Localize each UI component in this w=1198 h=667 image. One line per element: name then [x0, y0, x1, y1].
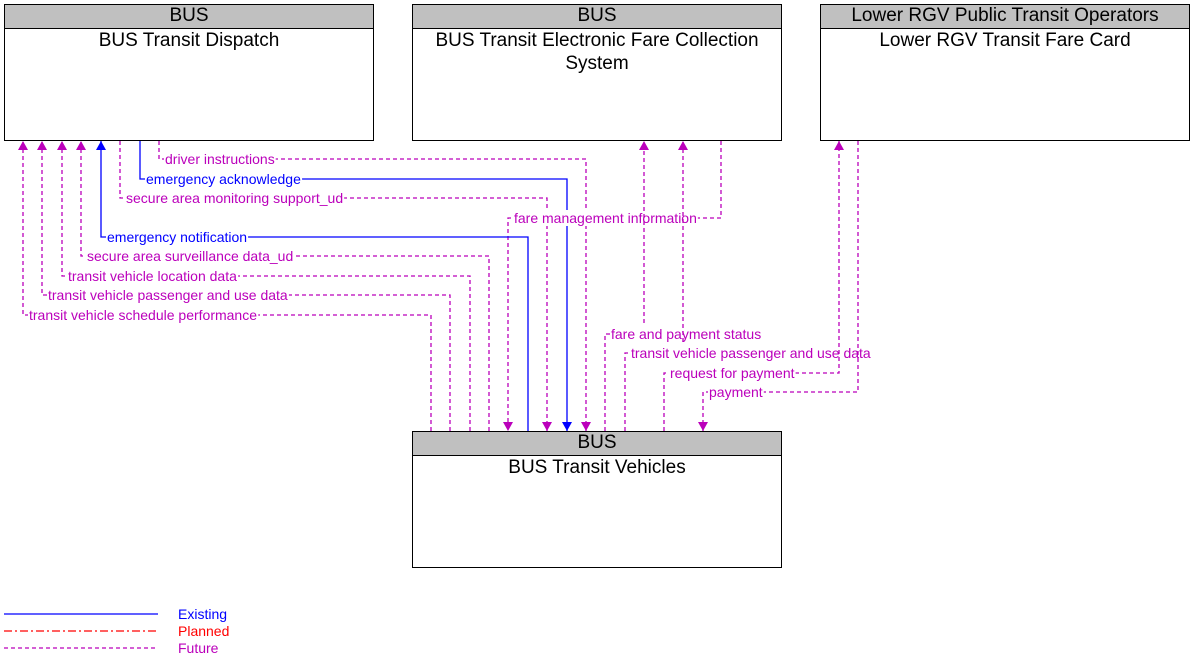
flow-line: [507, 141, 722, 431]
arrowhead-icon: [96, 141, 106, 150]
legend-label-existing: Existing: [178, 606, 227, 622]
arrowhead-icon: [542, 422, 552, 431]
arrowhead-icon: [57, 141, 67, 150]
flow-label: transit vehicle location data: [68, 268, 237, 284]
flow-label: secure area surveillance data_ud: [87, 248, 293, 264]
flow-label: transit vehicle passenger and use data: [631, 345, 871, 361]
arrowhead-icon: [503, 422, 513, 431]
flow-label: transit vehicle passenger and use data: [48, 287, 288, 303]
arrowhead-icon: [834, 141, 844, 150]
flow-label: fare management information: [514, 210, 697, 226]
flow-label: secure area monitoring support_ud: [126, 190, 343, 206]
legend-label-planned: Planned: [178, 623, 229, 639]
arrowhead-icon: [37, 141, 47, 150]
flow-label: payment: [709, 384, 763, 400]
flow-label: emergency acknowledge: [146, 171, 301, 187]
flow-line: [624, 141, 684, 431]
flow-label: transit vehicle schedule performance: [29, 307, 257, 323]
flow-label: emergency notification: [107, 229, 247, 245]
arrowhead-icon: [678, 141, 688, 150]
legend-label-future: Future: [178, 640, 219, 656]
flow-label: fare and payment status: [611, 326, 761, 342]
arrowhead-icon: [698, 422, 708, 431]
arrowhead-icon: [18, 141, 28, 150]
arrowhead-icon: [639, 141, 649, 150]
flow-label: driver instructions: [165, 151, 275, 167]
arrowhead-icon: [581, 422, 591, 431]
flow-label: request for payment: [670, 365, 795, 381]
arrowhead-icon: [562, 422, 572, 431]
arrowhead-icon: [76, 141, 86, 150]
flow-diagram: driver instructions emergency acknowledge…: [4, 141, 872, 656]
